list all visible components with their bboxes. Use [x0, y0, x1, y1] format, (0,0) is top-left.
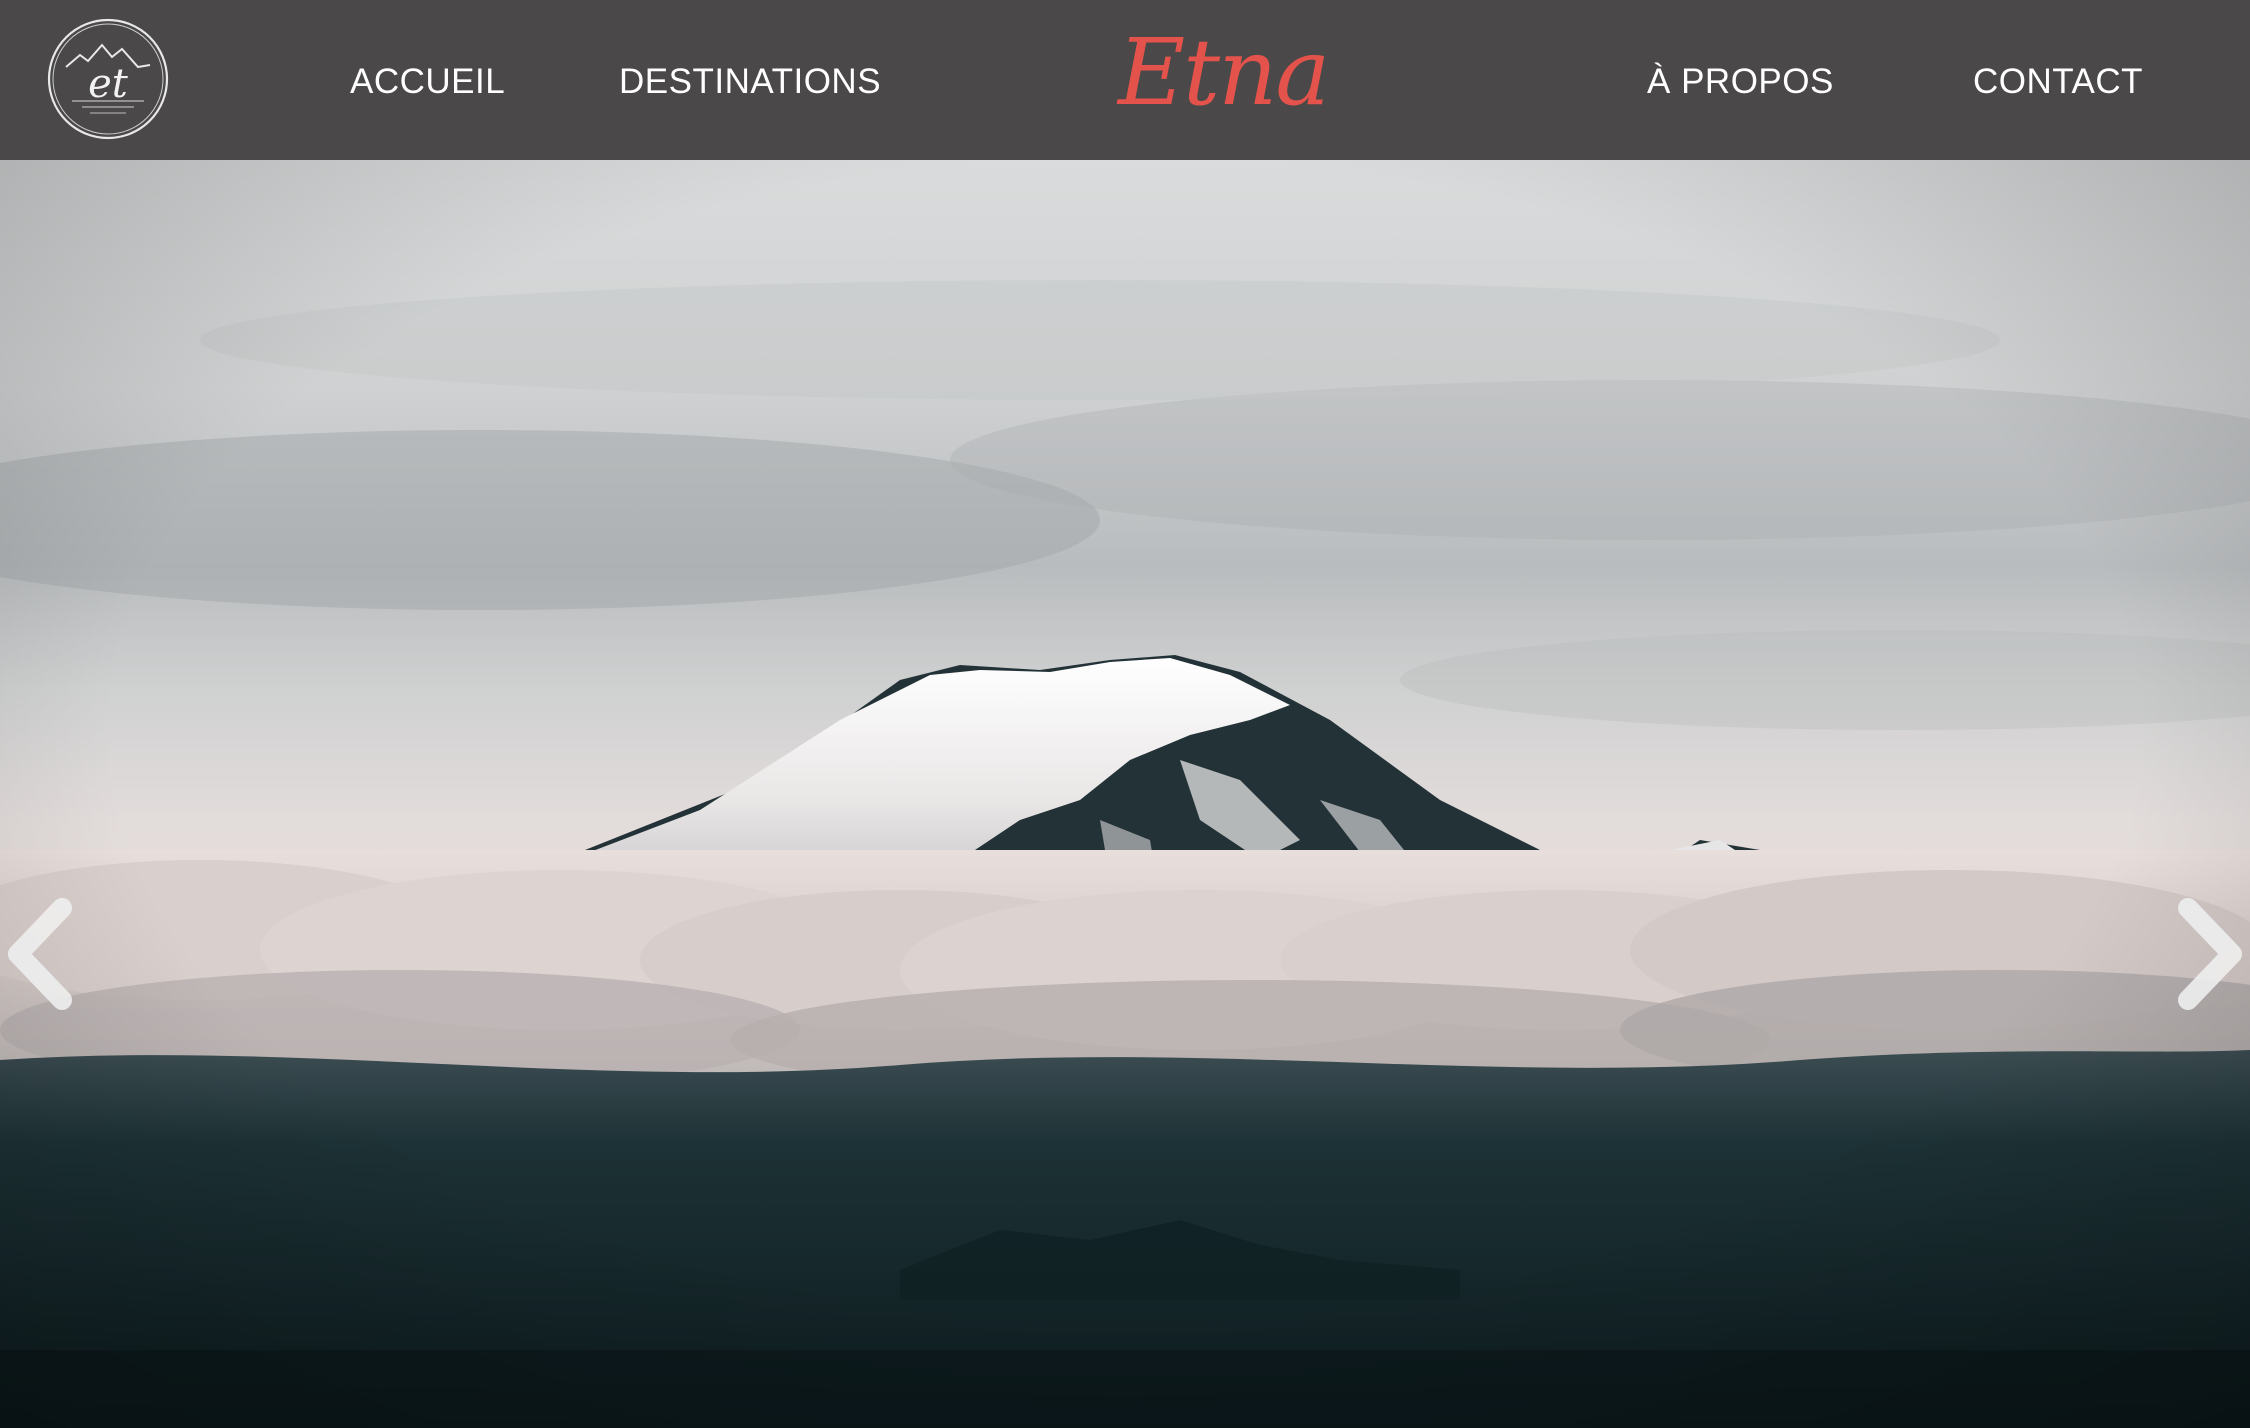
nav-link-contact[interactable]: CONTACT [1973, 56, 2143, 108]
brand-title[interactable]: Etna [1118, 18, 1330, 128]
nav-link-destinations[interactable]: DESTINATIONS [619, 56, 881, 108]
logo-mountain-icon: et [47, 18, 169, 140]
chevron-right-icon [2178, 898, 2242, 1010]
logo-text: et [88, 61, 129, 107]
nav-link-accueil[interactable]: ACCUEIL [350, 56, 505, 108]
logo-badge[interactable]: et [46, 17, 170, 141]
hero-image [0, 160, 2250, 1428]
chevron-left-icon [8, 898, 72, 1010]
slider-prev-button[interactable] [0, 894, 80, 1014]
nav-link-a-propos[interactable]: À PROPOS [1647, 56, 1834, 108]
hero-slider [0, 160, 2250, 1428]
top-navbar: et ACCUEIL DESTINATIONS Etna À PROPOS CO… [0, 0, 2250, 160]
slider-next-button[interactable] [2170, 894, 2250, 1014]
